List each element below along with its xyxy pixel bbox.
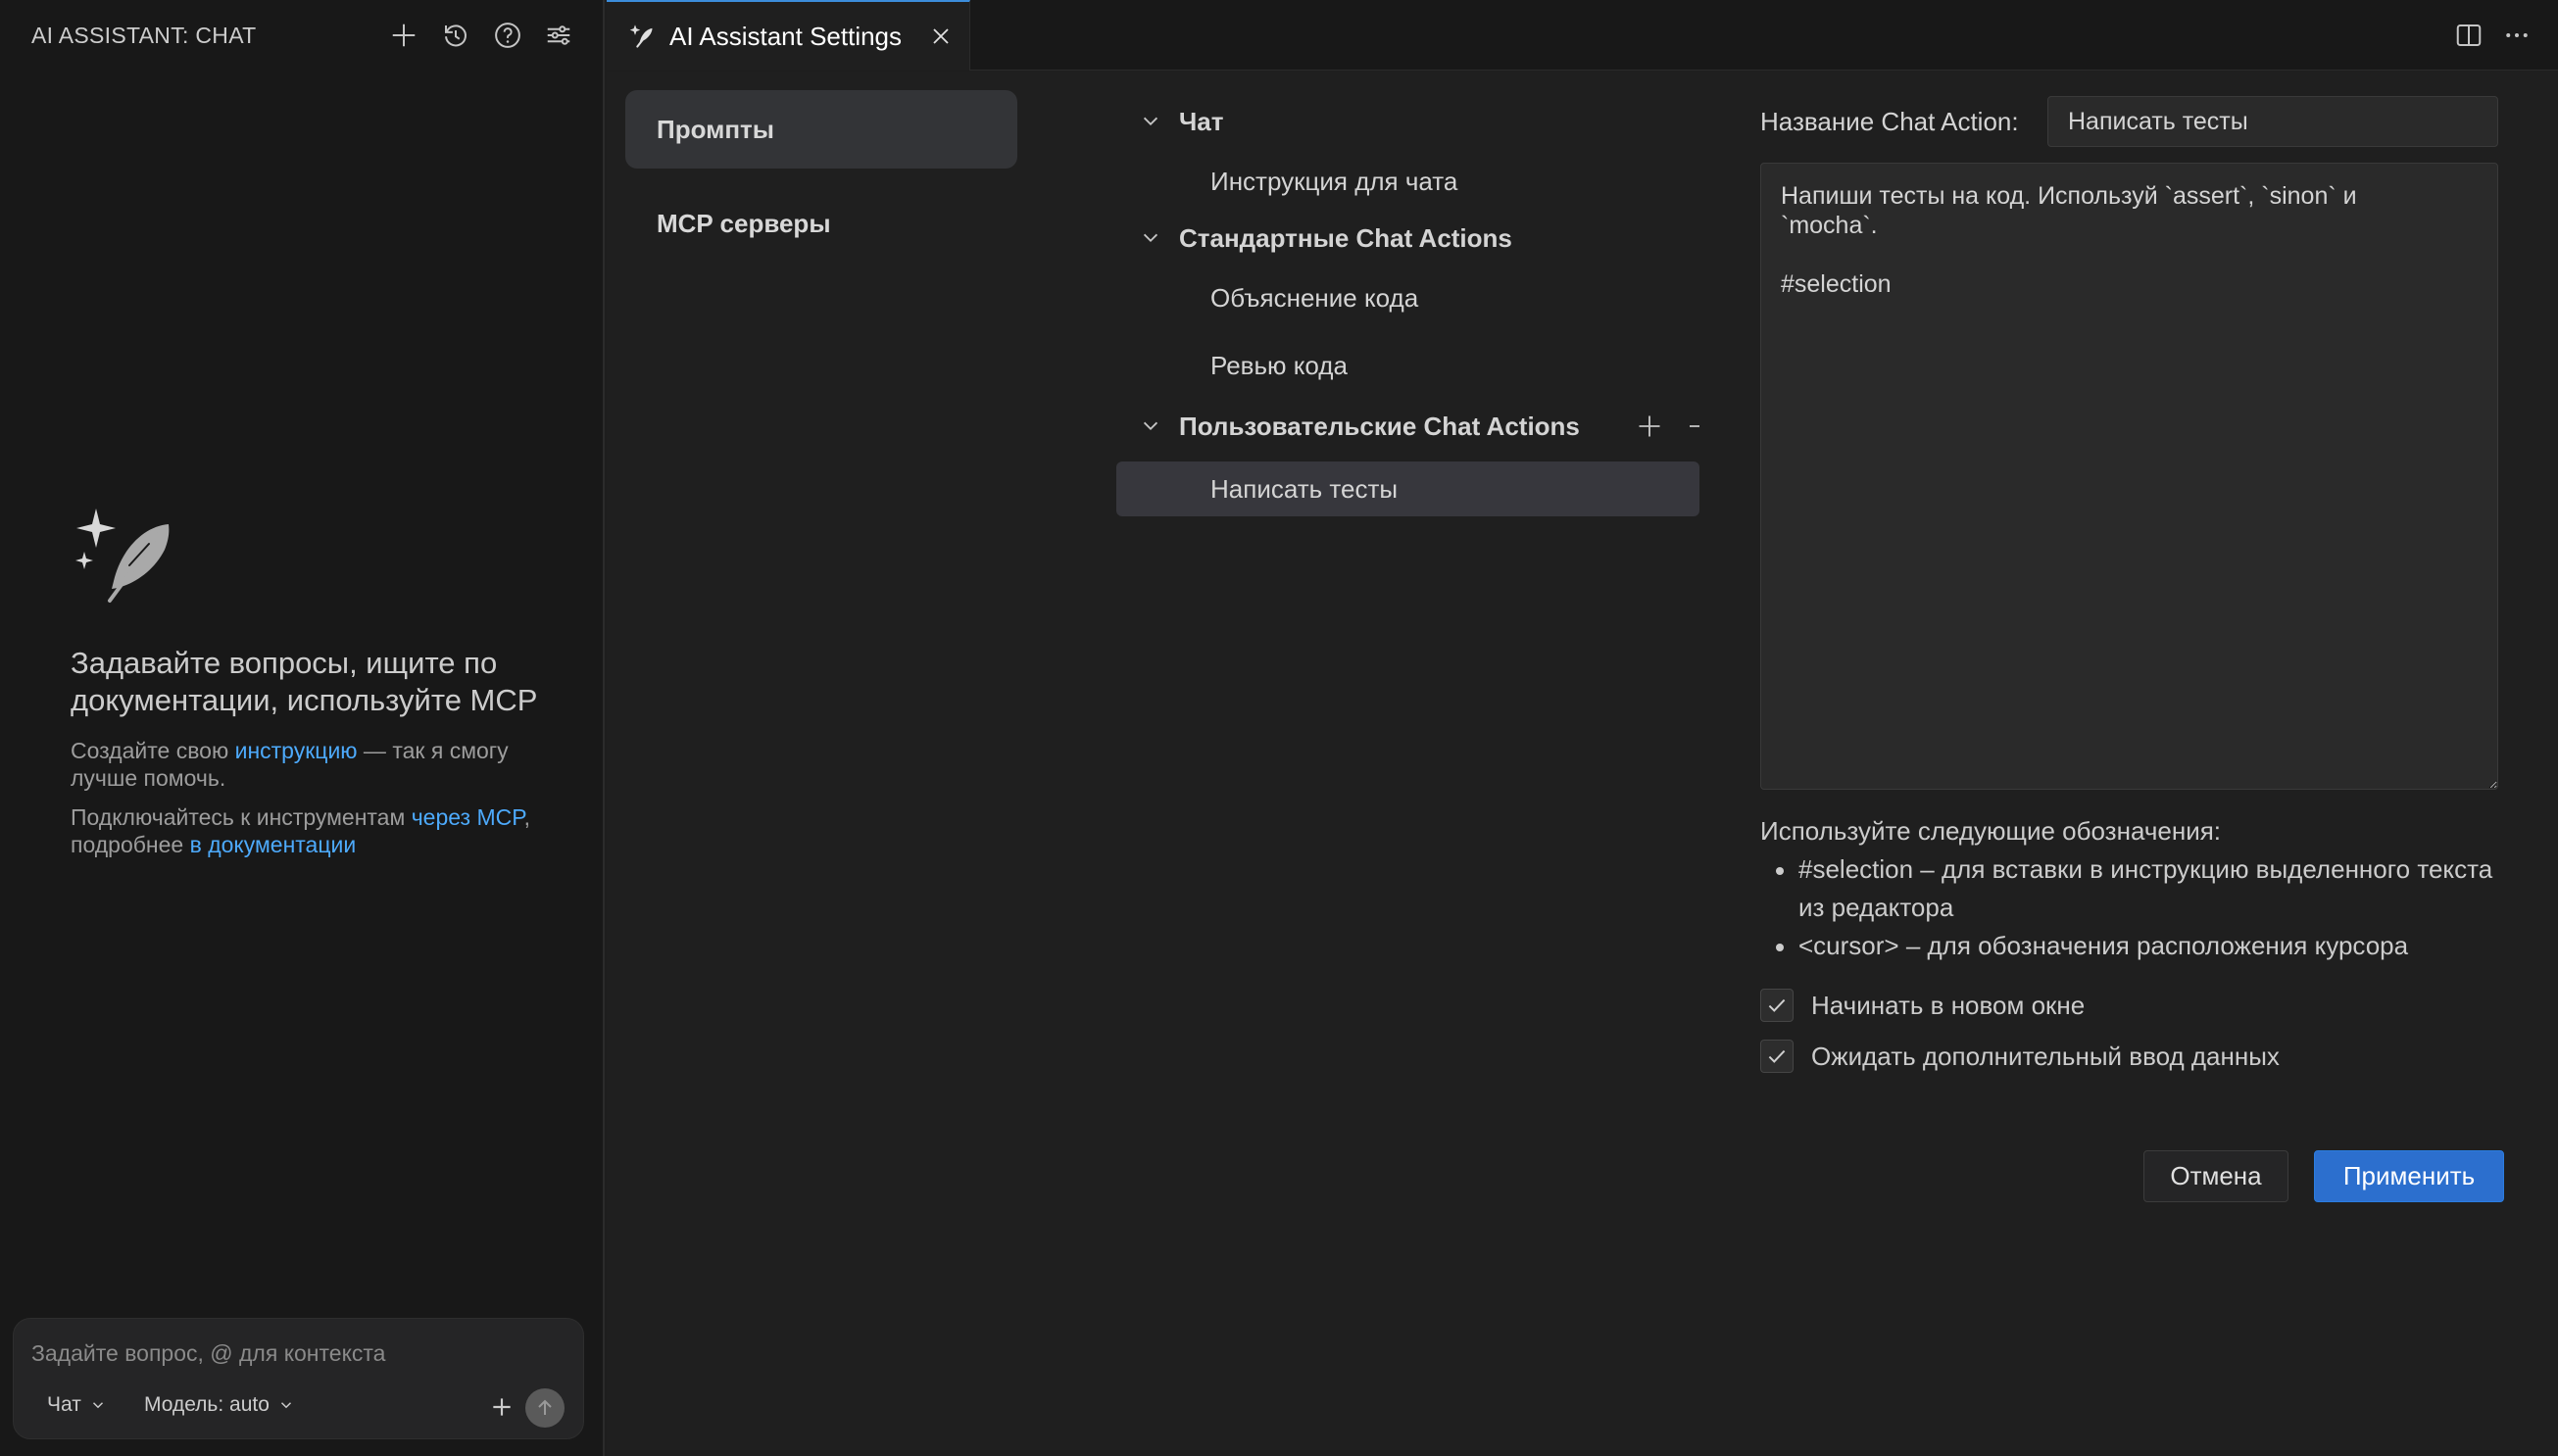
ai-sparkle-pen-icon (629, 24, 653, 48)
await-input-option[interactable]: Ожидать дополнительный ввод данных (1760, 1039, 2280, 1074)
empty-state-title: Задавайте вопросы, ищите по документации… (71, 646, 538, 717)
tree-group-standard-actions[interactable]: Стандартные Chat Actions (1116, 218, 1512, 258)
chat-mode-label: Чат (47, 1393, 81, 1416)
minus-icon (1690, 425, 1699, 427)
editor-tab-bar: AI Assistant Settings (607, 0, 2558, 71)
remove-chat-action-button[interactable] (1678, 410, 1711, 443)
chevron-down-icon (92, 1402, 103, 1409)
add-chat-action-button[interactable] (1633, 410, 1666, 443)
help-icon (495, 23, 520, 48)
tree-group-label: Чат (1179, 106, 1224, 136)
chevron-down-icon (1143, 421, 1158, 431)
new-chat-button[interactable] (386, 18, 421, 53)
tab-label: AI Assistant Settings (669, 21, 903, 51)
split-editor-button[interactable] (2451, 18, 2486, 53)
tree-item-code-review[interactable]: Ревью кода (1116, 338, 1699, 393)
instruction-hint-text: Создайте свою (71, 738, 235, 763)
tree-group-chat[interactable]: Чат (1116, 102, 1223, 141)
action-name-label: Название Chat Action: (1760, 107, 2019, 136)
apply-button[interactable]: Применить (2314, 1150, 2504, 1202)
instruction-link[interactable]: инструкцию (235, 738, 358, 763)
sparkle-feather-icon (75, 509, 170, 603)
hint-list: #selection – для вставки в инструкцию вы… (1776, 850, 2501, 965)
hint-title: Используйте следующие обозначения: (1760, 816, 2222, 846)
tree-group-label: Пользовательские Chat Actions (1179, 411, 1580, 441)
tab-ai-assistant-settings[interactable]: AI Assistant Settings (607, 0, 970, 71)
chat-input-box[interactable]: Задайте вопрос, @ для контекста Чат Моде… (13, 1318, 584, 1439)
app-window: AI ASSISTANT: CHAT Задавайте вопросы, ищ… (0, 0, 2558, 1456)
help-button[interactable] (490, 18, 525, 53)
new-window-option[interactable]: Начинать в новом окне (1760, 988, 2085, 1023)
tree-item-explain-code[interactable]: Объяснение кода (1116, 270, 1699, 325)
nav-item-prompts[interactable]: Промпты (625, 90, 1017, 169)
split-editor-icon (2456, 24, 2482, 46)
arrow-up-icon (538, 1399, 552, 1415)
hint-cursor: <cursor> – для обозначения расположения … (1776, 927, 2501, 965)
mcp-link[interactable]: через MCP (412, 804, 524, 830)
new-window-label: Начинать в новом окне (1811, 990, 2086, 1020)
chat-settings-button[interactable] (541, 18, 576, 53)
tree-group-custom-actions[interactable]: Пользовательские Chat Actions (1116, 407, 1580, 446)
nav-item-mcp-servers[interactable]: MCP серверы (625, 184, 1017, 263)
checkmark-icon (1768, 1049, 1786, 1063)
plus-icon (392, 24, 416, 47)
send-button[interactable] (525, 1388, 565, 1428)
plus-icon (493, 1398, 511, 1416)
close-icon (933, 28, 949, 44)
model-dropdown[interactable]: Модель: auto (144, 1393, 295, 1417)
attach-context-button[interactable] (485, 1390, 518, 1424)
settings-side-nav: Промпты MCP серверы (625, 90, 1017, 278)
await-input-label: Ожидать дополнительный ввод данных (1811, 1041, 2280, 1071)
chat-empty-state: Задавайте вопросы, ищите по документации… (71, 505, 561, 858)
mcp-hint: Подключайтесь к инструментам через MCP, … (71, 803, 541, 858)
documentation-link[interactable]: в документации (190, 832, 357, 857)
settings-sliders-icon (547, 25, 570, 45)
instruction-hint: Создайте свою инструкцию — так я смогу л… (71, 737, 541, 792)
tab-close-button[interactable] (926, 22, 956, 51)
more-actions-button[interactable] (2499, 18, 2534, 53)
chat-mode-dropdown[interactable]: Чат (47, 1393, 107, 1417)
checkmark-icon (1768, 998, 1786, 1012)
prompt-textarea[interactable]: Напиши тесты на код. Используй `assert`,… (1760, 163, 2498, 790)
plus-icon (1639, 415, 1660, 437)
chevron-down-icon (1143, 117, 1158, 126)
history-button[interactable] (438, 18, 473, 53)
model-label: Модель: auto (144, 1393, 270, 1416)
chat-panel-header: AI ASSISTANT: CHAT (0, 0, 603, 71)
ellipsis-icon (2506, 33, 2528, 37)
chat-panel: AI ASSISTANT: CHAT Задавайте вопросы, ищ… (0, 0, 605, 1456)
await-input-checkbox[interactable] (1760, 1040, 1794, 1073)
mcp-hint-text: Подключайтесь к инструментам (71, 804, 412, 830)
action-name-input[interactable]: Написать тесты (2047, 96, 2498, 147)
cancel-button[interactable]: Отмена (2143, 1150, 2288, 1202)
tree-item-chat-instruction[interactable]: Инструкция для чата (1116, 154, 1699, 209)
history-icon (445, 24, 467, 47)
hint-selection: #selection – для вставки в инструкцию вы… (1776, 850, 2501, 927)
new-window-checkbox[interactable] (1760, 989, 1794, 1022)
chevron-down-icon (1143, 233, 1158, 243)
tree-item-write-tests[interactable]: Написать тесты (1116, 461, 1699, 516)
tree-group-label: Стандартные Chat Actions (1179, 222, 1512, 253)
chevron-down-icon (280, 1402, 291, 1409)
chat-panel-title: AI ASSISTANT: CHAT (31, 23, 257, 48)
chat-input-placeholder[interactable]: Задайте вопрос, @ для контекста (31, 1340, 385, 1367)
settings-view: Промпты MCP серверы Чат Инструкция для ч… (607, 72, 2558, 1456)
